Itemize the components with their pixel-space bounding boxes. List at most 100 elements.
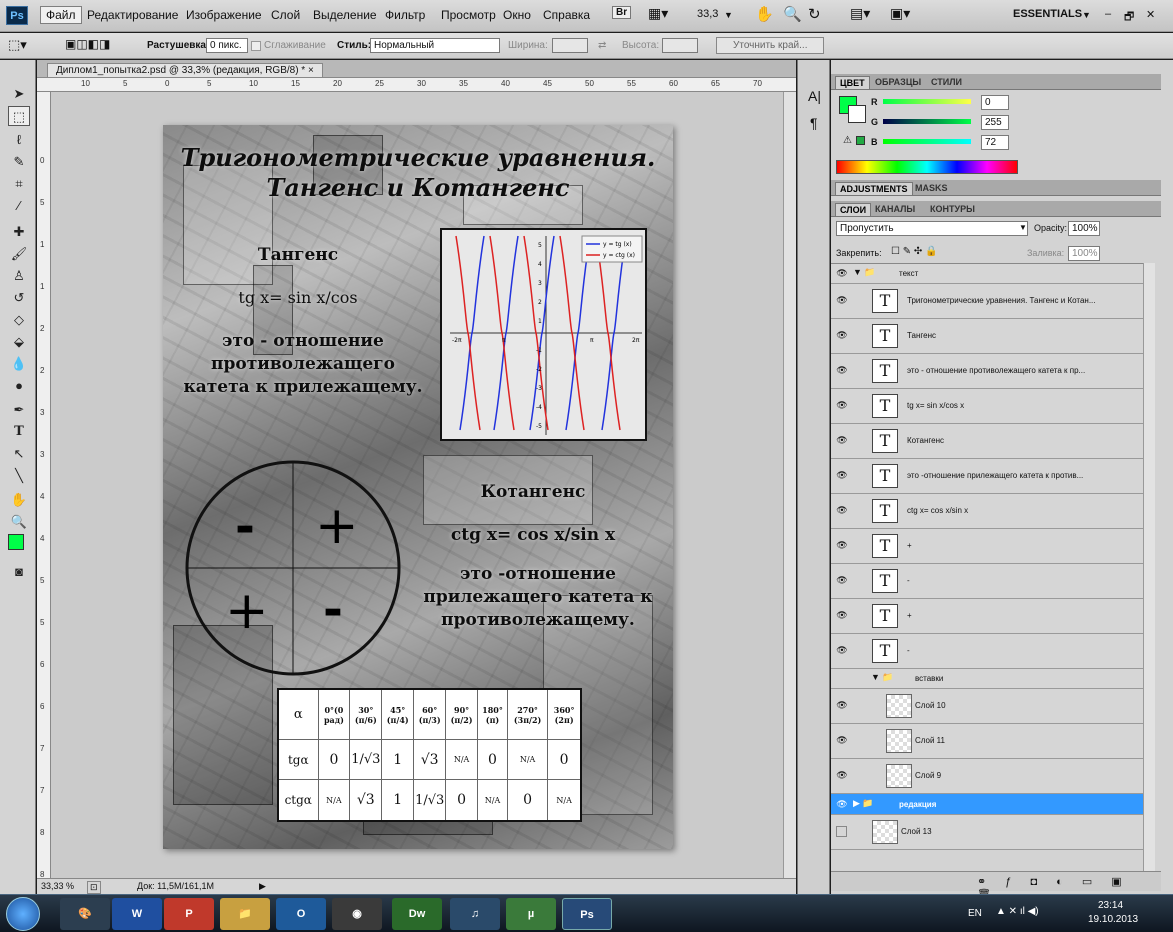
zoom-chevron-icon[interactable]: ▼ (724, 10, 733, 20)
visibility-eye-icon[interactable]: 👁 (836, 470, 848, 480)
width-input[interactable] (552, 38, 588, 53)
pen-tool-icon[interactable]: ✒ (8, 400, 30, 420)
visibility-eye-icon[interactable]: 👁 (836, 770, 848, 780)
layer-row[interactable]: Слой 13 (831, 815, 1143, 850)
quick-mask-icon[interactable]: ◙ (8, 562, 30, 582)
visibility-eye-icon[interactable]: 👁 (836, 330, 848, 340)
layer-row[interactable]: 👁 T Тангенс (831, 319, 1143, 354)
visibility-eye-icon[interactable]: 👁 (836, 435, 848, 445)
menu-window[interactable]: Окно (503, 8, 531, 22)
menu-edit[interactable]: Редактирование (87, 8, 178, 22)
paint-bucket-icon[interactable]: ⬙ (8, 332, 30, 352)
group-folder-icon[interactable]: ▶ 📁 (853, 798, 874, 809)
r-slider[interactable] (883, 99, 971, 104)
taskbar-chrome-icon[interactable]: ◉ (332, 898, 382, 930)
move-tool-icon[interactable]: ➤ (8, 84, 30, 104)
workspace-chevron-icon[interactable]: ▼ (1082, 10, 1091, 20)
language-indicator[interactable]: EN (968, 908, 982, 919)
visibility-eye-icon[interactable]: 👁 (836, 505, 848, 515)
paragraph-panel-icon[interactable]: ¶ (810, 115, 818, 131)
taskbar-utorrent-icon[interactable]: µ (506, 898, 556, 930)
close-window-icon[interactable]: ✕ (1146, 8, 1155, 21)
menu-view[interactable]: Просмотр (441, 8, 496, 22)
clone-stamp-icon[interactable]: ♙ (8, 266, 30, 286)
visibility-empty-box[interactable] (836, 826, 847, 837)
layer-row[interactable]: 👁 T это - отношение противолежащего кате… (831, 354, 1143, 389)
layer-group-text[interactable]: 👁 ▼ 📁 текст (831, 264, 1143, 284)
screen-mode-icon[interactable]: ▦▾ (648, 5, 668, 22)
tab-swatches[interactable]: ОБРАЗЦЫ (871, 76, 925, 88)
eraser-tool-icon[interactable]: ◇ (8, 310, 30, 330)
healing-brush-icon[interactable]: ✚ (8, 222, 30, 242)
rotate-view-icon[interactable]: ↻ (808, 5, 821, 23)
taskbar-paint-icon[interactable]: 🎨 (60, 898, 110, 930)
fill-input[interactable]: 100% (1068, 246, 1100, 261)
layer-group-inserts[interactable]: ▼ 📁 вставки (831, 669, 1143, 689)
screen-mode-2-icon[interactable]: ▣▾ (890, 5, 910, 22)
group-folder-icon[interactable]: ▼ 📁 (871, 672, 894, 683)
minimize-icon[interactable]: – (1105, 8, 1111, 20)
taskbar-word-icon[interactable]: W (112, 898, 162, 930)
g-input[interactable]: 255 (981, 115, 1009, 130)
zoom-tool-2-icon[interactable]: 🔍 (8, 512, 30, 532)
tab-masks[interactable]: MASKS (911, 182, 952, 194)
blend-mode-select[interactable]: Пропустить (836, 221, 1028, 236)
selection-mode-icons[interactable]: ▣◫◧◨ (65, 37, 110, 51)
hand-tool-icon[interactable]: ✋ (755, 5, 774, 23)
visibility-eye-icon[interactable]: 👁 (836, 540, 848, 550)
color-bg-swatch[interactable] (848, 105, 866, 123)
tray-icons[interactable]: ▲ ✕ ıl ◀) (996, 906, 1039, 917)
bridge-button[interactable]: Br (612, 6, 632, 19)
visibility-eye-icon[interactable]: 👁 (836, 799, 848, 809)
visibility-eye-icon[interactable]: 👁 (836, 735, 848, 745)
line-tool-icon[interactable]: ╲ (8, 466, 30, 486)
color-spectrum-ramp[interactable] (836, 160, 1018, 174)
photoshop-logo-icon[interactable]: Ps (6, 6, 28, 25)
layer-row[interactable]: 👁 T - (831, 634, 1143, 669)
antialias-checkbox[interactable] (251, 41, 261, 51)
vertical-scrollbar[interactable] (783, 92, 796, 878)
clock-date[interactable]: 19.10.2013 (1088, 914, 1138, 925)
g-slider[interactable] (883, 119, 971, 124)
taskbar-itunes-icon[interactable]: ♫ (450, 898, 500, 930)
layer-row[interactable]: 👁 Слой 10 (831, 689, 1143, 724)
layers-scrollbar[interactable] (1143, 263, 1155, 871)
height-input[interactable] (662, 38, 698, 53)
feather-input[interactable]: 0 пикс. (206, 38, 248, 53)
taskbar-dreamweaver-icon[interactable]: Dw (392, 898, 442, 930)
layer-row[interactable]: 👁 T + (831, 599, 1143, 634)
start-button-icon[interactable] (6, 897, 40, 931)
zoom-level[interactable]: 33,3 (697, 8, 718, 20)
menu-help[interactable]: Справка (543, 8, 590, 22)
history-brush-icon[interactable]: ↺ (8, 288, 30, 308)
opacity-input[interactable]: 100% (1068, 221, 1100, 236)
blend-chevron-icon[interactable]: ▼ (1019, 223, 1027, 232)
arrange-docs-icon[interactable]: ▤▾ (850, 5, 870, 22)
zoom-tool-icon[interactable]: 🔍 (783, 5, 802, 23)
menu-layer[interactable]: Слой (271, 8, 300, 22)
visibility-eye-icon[interactable]: 👁 (836, 645, 848, 655)
type-tool-icon[interactable]: T (8, 422, 30, 442)
group-folder-icon[interactable]: ▼ 📁 (853, 267, 876, 278)
visibility-eye-icon[interactable]: 👁 (836, 400, 848, 410)
status-zoom[interactable]: 33,33 % (41, 881, 74, 891)
poster-canvas[interactable]: Тригонометрические уравнения. Тангенс и … (163, 125, 673, 849)
canvas-viewport[interactable]: Тригонометрические уравнения. Тангенс и … (51, 92, 783, 880)
taskbar-explorer-icon[interactable]: 📁 (220, 898, 270, 930)
taskbar-outlook-icon[interactable]: O (276, 898, 326, 930)
layer-row[interactable]: 👁 T Тригонометрические уравнения. Танген… (831, 284, 1143, 319)
layer-row[interactable]: 👁 T Котангенс (831, 424, 1143, 459)
swap-icon[interactable]: ⇄ (598, 40, 606, 51)
menu-select[interactable]: Выделение (313, 8, 377, 22)
visibility-eye-icon[interactable]: 👁 (836, 575, 848, 585)
layer-row[interactable]: 👁 T + (831, 529, 1143, 564)
blur-tool-icon[interactable]: 💧 (8, 354, 30, 374)
marquee-preset-icon[interactable]: ⬚▾ (8, 37, 27, 53)
menu-image[interactable]: Изображение (186, 8, 262, 22)
taskbar-powerpoint-icon[interactable]: P (164, 898, 214, 930)
status-preview-icon[interactable]: ⊡ (87, 881, 101, 894)
b-input[interactable]: 72 (981, 135, 1009, 150)
hand-tool-2-icon[interactable]: ✋ (8, 490, 30, 510)
visibility-eye-icon[interactable]: 👁 (836, 700, 848, 710)
layer-row[interactable]: 👁 T tg x= sin x/cos x (831, 389, 1143, 424)
